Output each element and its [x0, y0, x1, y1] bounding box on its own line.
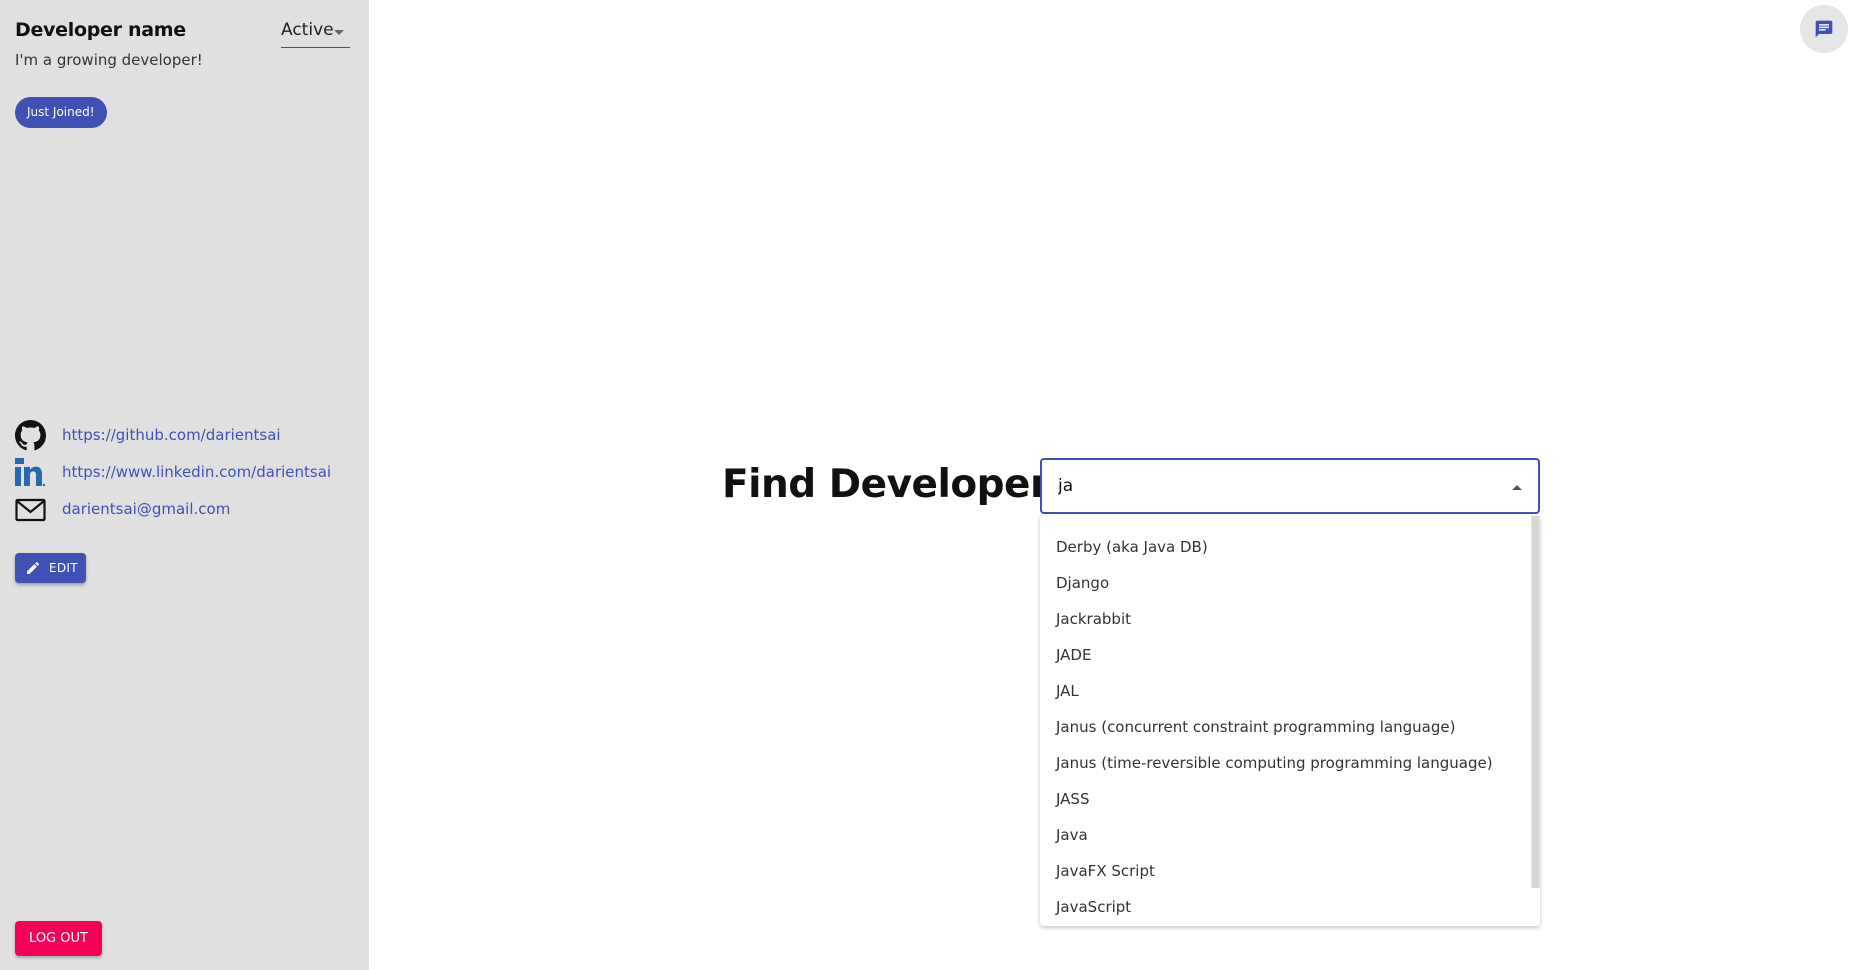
developer-name: Developer name	[15, 19, 186, 41]
linkedin-link-row[interactable]: https://www.linkedin.com/darientsai	[15, 457, 355, 487]
chevron-up-icon[interactable]	[1512, 485, 1522, 490]
page-title: Find Developers.	[722, 462, 1086, 507]
email-link-row[interactable]: darientsai@gmail.com	[15, 494, 355, 524]
chat-icon	[1815, 20, 1833, 38]
listbox-option[interactable]: JavaScript	[1056, 898, 1131, 916]
github-link-row[interactable]: https://github.com/darientsai	[15, 420, 355, 451]
listbox-option[interactable]: Jackrabbit	[1056, 610, 1131, 628]
autocomplete-listbox: Derby (aka Java DB) Django Jackrabbit JA…	[1040, 516, 1540, 926]
chat-button[interactable]	[1800, 5, 1848, 53]
mail-icon	[15, 498, 46, 522]
technology-search-field[interactable]	[1040, 458, 1540, 514]
listbox-option[interactable]: Java	[1056, 826, 1088, 844]
profile-sidebar: Developer name Active I'm a growing deve…	[0, 0, 369, 970]
listbox-option[interactable]: JAL	[1056, 682, 1079, 700]
search-input[interactable]	[1056, 472, 1496, 500]
github-link[interactable]: https://github.com/darientsai	[62, 426, 281, 444]
logout-button[interactable]: LOG OUT	[15, 921, 102, 956]
pencil-icon	[27, 561, 40, 574]
status-value: Active	[281, 20, 334, 40]
developer-tagline: I'm a growing developer!	[15, 51, 203, 69]
listbox-option[interactable]: JASS	[1056, 790, 1089, 808]
email-link[interactable]: darientsai@gmail.com	[62, 500, 230, 518]
edit-button[interactable]: EDIT	[15, 553, 86, 583]
listbox-option[interactable]: Janus (concurrent constraint programming…	[1056, 718, 1455, 736]
listbox-option[interactable]: JADE	[1056, 646, 1091, 664]
listbox-option[interactable]: Django	[1056, 574, 1109, 592]
chevron-down-icon	[334, 30, 344, 35]
status-select[interactable]: Active	[281, 18, 350, 48]
listbox-option[interactable]: Janus (time-reversible computing program…	[1056, 754, 1493, 772]
edit-button-label: EDIT	[49, 561, 78, 575]
linkedin-icon	[15, 458, 46, 487]
scrollbar-thumb[interactable]	[1532, 516, 1539, 888]
linkedin-link[interactable]: https://www.linkedin.com/darientsai	[62, 463, 331, 481]
listbox-scrollbar[interactable]	[1531, 516, 1540, 888]
github-icon	[15, 420, 46, 451]
listbox-option[interactable]: JavaFX Script	[1056, 862, 1155, 880]
status-badge: Just Joined!	[15, 97, 107, 128]
listbox-option[interactable]: Derby (aka Java DB)	[1056, 538, 1208, 556]
